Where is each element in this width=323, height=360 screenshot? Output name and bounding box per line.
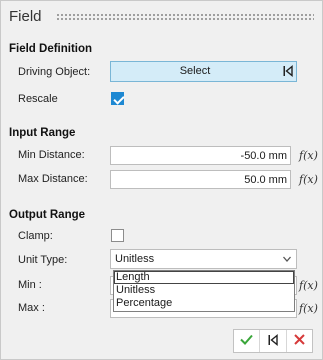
- unit-type-select[interactable]: Unitless: [110, 249, 297, 269]
- cancel-button[interactable]: [287, 330, 312, 352]
- min-distance-value: -50.0 mm: [240, 150, 287, 162]
- min-distance-fx-icon[interactable]: f(x): [299, 149, 318, 162]
- reset-icon: [268, 333, 278, 349]
- driving-object-label: Driving Object:: [18, 66, 91, 78]
- reset-selection-icon[interactable]: [283, 65, 293, 80]
- unit-option-percentage[interactable]: Percentage: [114, 297, 294, 310]
- reset-button[interactable]: [260, 330, 287, 352]
- panel-title: Field: [9, 8, 42, 25]
- title-bar[interactable]: Field: [1, 1, 322, 33]
- unit-type-label: Unit Type:: [18, 254, 68, 266]
- select-label: Select: [179, 65, 211, 77]
- chevron-down-icon[interactable]: [281, 252, 293, 266]
- check-icon: [240, 334, 253, 348]
- unit-option-unitless[interactable]: Unitless: [114, 284, 294, 297]
- footer-actions: [233, 329, 313, 353]
- section-input-range: Input Range: [9, 127, 76, 139]
- ok-button[interactable]: [234, 330, 261, 352]
- unit-type-dropdown-list: Length Unitless Percentage: [113, 270, 295, 312]
- close-icon: [294, 334, 305, 348]
- max-distance-input[interactable]: 50.0 mm: [110, 170, 291, 189]
- section-output-range: Output Range: [9, 209, 86, 221]
- select-driving-object-button[interactable]: Select: [110, 61, 297, 82]
- section-field-definition: Field Definition: [9, 43, 93, 55]
- unit-type-value: Unitless: [115, 253, 155, 265]
- rescale-checkbox[interactable]: [111, 92, 124, 105]
- unit-option-length[interactable]: Length: [114, 271, 294, 284]
- max-distance-value: 50.0 mm: [244, 174, 287, 186]
- min-distance-input[interactable]: -50.0 mm: [110, 146, 291, 165]
- output-max-fx-icon[interactable]: f(x): [299, 302, 318, 315]
- min-distance-label: Min Distance:: [18, 149, 85, 161]
- output-min-label: Min :: [18, 279, 42, 291]
- drag-grip[interactable]: [56, 13, 314, 21]
- field-panel: Field Field Definition Driving Object: S…: [0, 0, 323, 360]
- clamp-checkbox[interactable]: [111, 229, 124, 242]
- max-distance-label: Max Distance:: [18, 173, 88, 185]
- clamp-label: Clamp:: [18, 230, 53, 242]
- output-max-label: Max :: [18, 302, 45, 314]
- rescale-label: Rescale: [18, 93, 58, 105]
- output-min-fx-icon[interactable]: f(x): [299, 279, 318, 292]
- max-distance-fx-icon[interactable]: f(x): [299, 173, 318, 186]
